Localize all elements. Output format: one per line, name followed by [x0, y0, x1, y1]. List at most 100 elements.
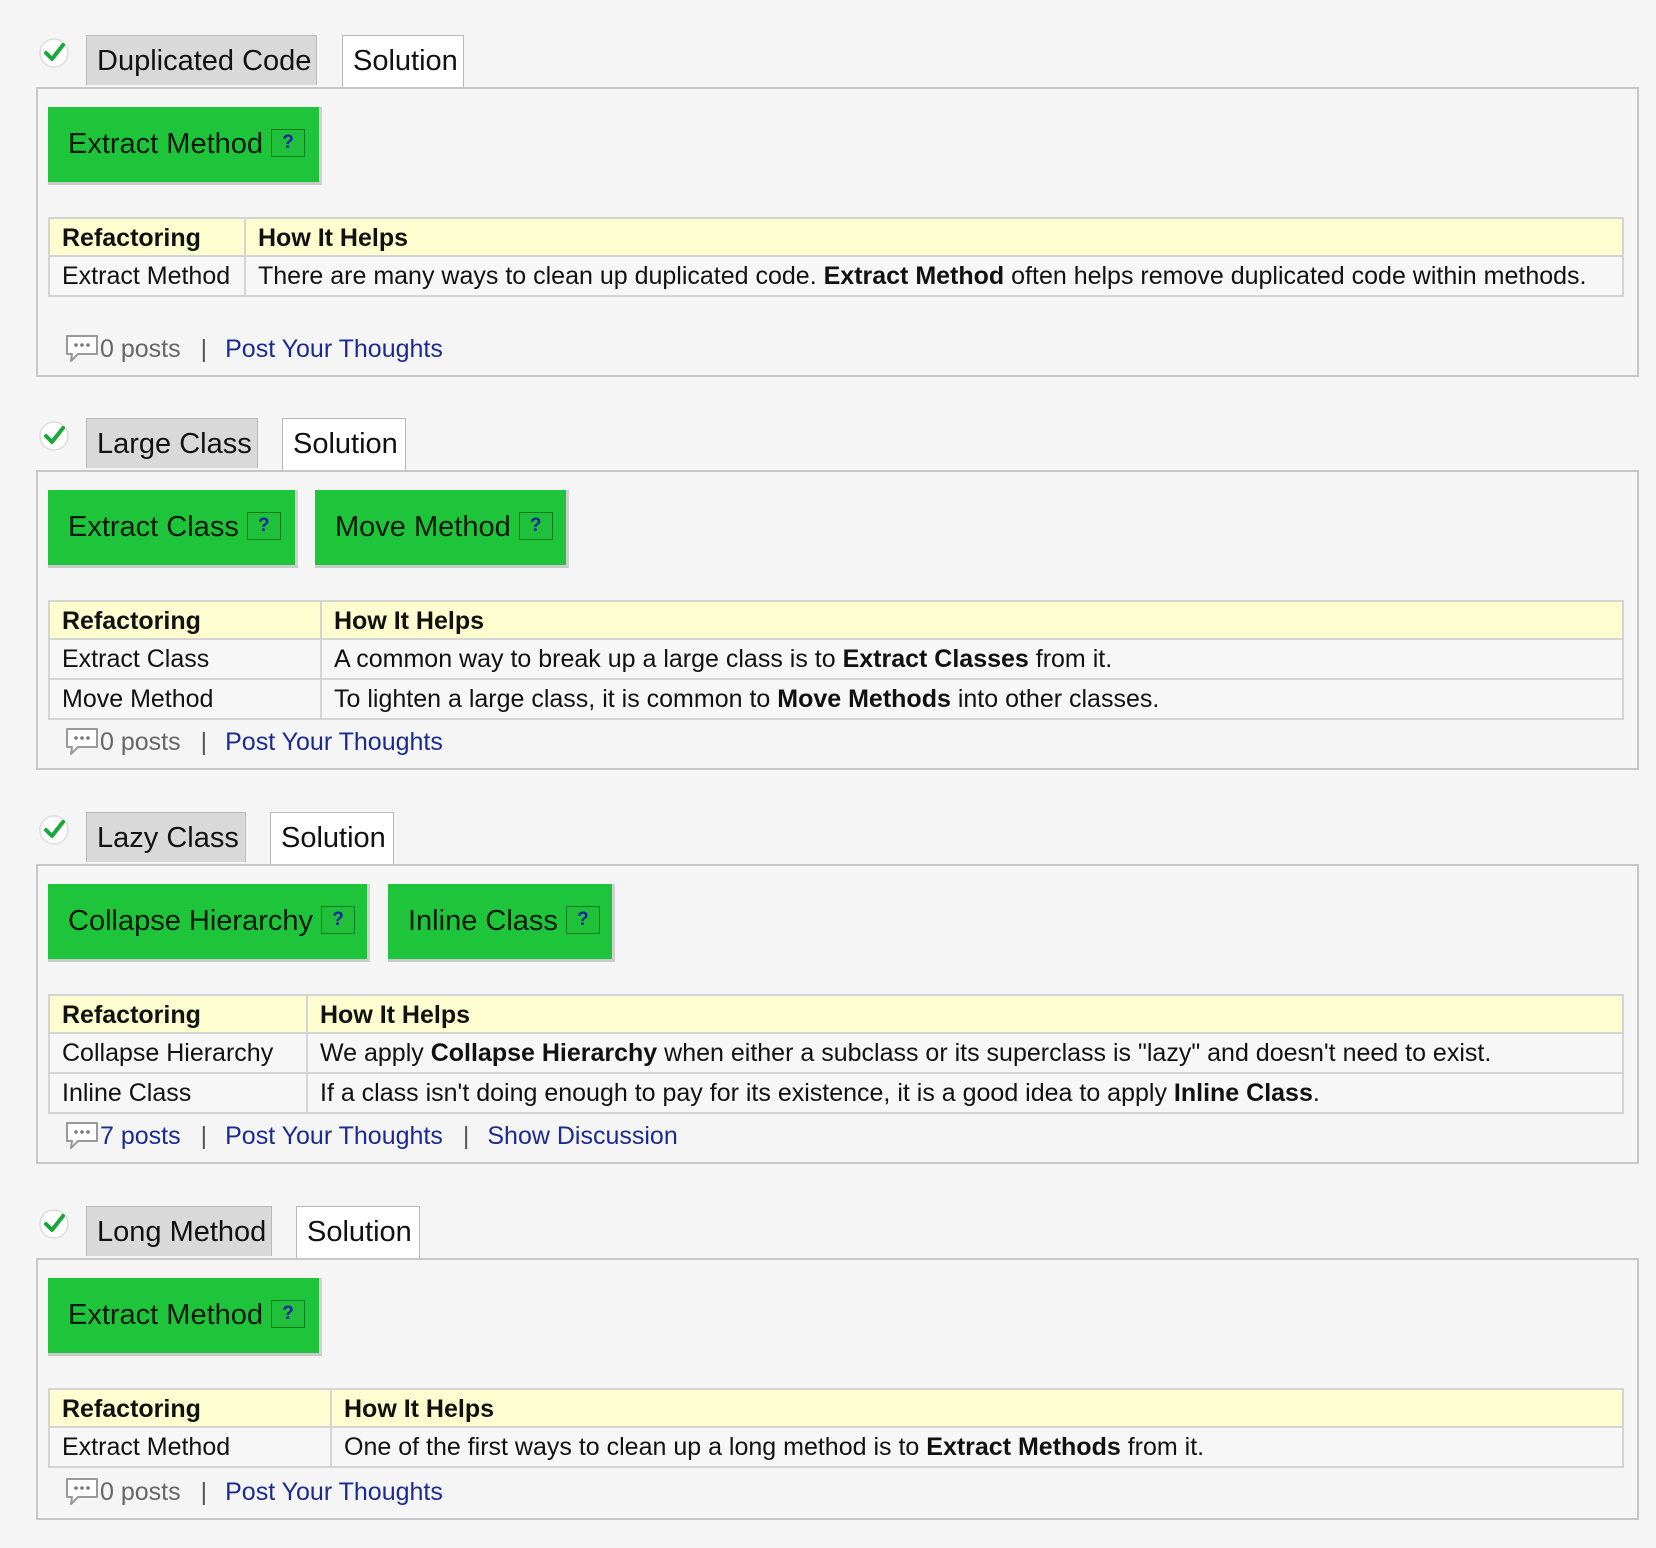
refactoring-name-cell: Extract Method — [48, 1426, 332, 1468]
help-text: into other classes. — [950, 685, 1160, 713]
help-icon[interactable]: ? — [565, 906, 600, 935]
help-text: We apply — [320, 1039, 431, 1067]
help-text: from it. — [1120, 1433, 1205, 1461]
refactoring-emphasis: Move Methods — [777, 685, 951, 713]
checkmark-icon — [39, 421, 69, 451]
refactoring-solutions-page: Duplicated Code Solution Extract Method?… — [0, 0, 1656, 1548]
post-your-thoughts-link[interactable]: Post Your Thoughts — [225, 728, 443, 756]
comment-bubble-icon — [66, 1122, 98, 1150]
how-it-helps-cell: There are many ways to clean up duplicat… — [244, 255, 1624, 297]
table-row: Inline Class If a class isn't doing enou… — [48, 1072, 1624, 1114]
separator: | — [200, 1122, 208, 1150]
refactoring-button[interactable]: Extract Class? — [48, 490, 298, 568]
how-it-helps-cell: If a class isn't doing enough to pay for… — [306, 1072, 1624, 1114]
solution-panel: Extract Method? Refactoring How It Helps… — [36, 87, 1639, 377]
help-icon[interactable]: ? — [271, 1300, 306, 1329]
post-count: 0 posts — [100, 1478, 181, 1506]
table-row: Extract Method One of the first ways to … — [48, 1426, 1624, 1468]
separator: | — [200, 335, 208, 363]
tab-solution[interactable]: Solution — [296, 1206, 420, 1258]
checkmark-icon — [39, 815, 69, 845]
refactoring-button-label: Extract Method — [68, 1299, 264, 1331]
solution-panel: Extract Method? Refactoring How It Helps… — [36, 1258, 1639, 1520]
discussion-footer: 0 posts | Post Your Thoughts — [64, 725, 443, 759]
comment-bubble-icon — [66, 1478, 98, 1506]
refactoring-button-label: Collapse Hierarchy — [68, 905, 313, 937]
refactoring-table: Refactoring How It Helps Collapse Hierar… — [48, 994, 1624, 1114]
refactoring-table: Refactoring How It Helps Extract Method … — [48, 217, 1624, 297]
refactoring-button[interactable]: Extract Method? — [48, 1278, 322, 1356]
discussion-footer: 0 posts | Post Your Thoughts — [64, 1475, 443, 1509]
tab-smell[interactable]: Duplicated Code — [86, 35, 317, 85]
refactoring-emphasis: Inline Class — [1173, 1079, 1313, 1107]
table-header-row: Refactoring How It Helps — [48, 217, 1624, 257]
post-your-thoughts-link[interactable]: Post Your Thoughts — [225, 1122, 443, 1150]
how-it-helps-cell: To lighten a large class, it is common t… — [320, 678, 1624, 720]
column-header-refactoring: Refactoring — [48, 994, 308, 1034]
help-icon[interactable]: ? — [246, 512, 281, 541]
refactoring-name-cell: Move Method — [48, 678, 322, 720]
checkmark-icon — [39, 38, 69, 68]
table-header-row: Refactoring How It Helps — [48, 994, 1624, 1034]
help-icon[interactable]: ? — [321, 906, 355, 935]
table-row: Move Method To lighten a large class, it… — [48, 678, 1624, 720]
refactoring-table: Refactoring How It Helps Extract Method … — [48, 1388, 1624, 1468]
refactoring-emphasis: Extract Methods — [926, 1433, 1121, 1461]
help-text: If a class isn't doing enough to pay for… — [320, 1079, 1174, 1107]
how-it-helps-cell: We apply Collapse Hierarchy when either … — [306, 1032, 1624, 1074]
show-discussion-link[interactable]: Show Discussion — [487, 1122, 677, 1150]
tab-solution[interactable]: Solution — [282, 418, 406, 470]
separator: | — [462, 1122, 470, 1150]
refactoring-button[interactable]: Extract Method? — [48, 107, 322, 185]
how-it-helps-cell: A common way to break up a large class i… — [320, 638, 1624, 680]
checkmark-icon — [39, 1209, 69, 1239]
discussion-footer: 7 posts | Post Your Thoughts | Show Discussi… — [64, 1119, 678, 1153]
refactoring-button-label: Inline Class — [408, 905, 558, 937]
refactoring-emphasis: Extract Method — [823, 262, 1005, 290]
help-text: To lighten a large class, it is common t… — [334, 685, 778, 713]
refactoring-name-cell: Extract Method — [48, 255, 246, 297]
tab-solution[interactable]: Solution — [342, 35, 464, 87]
column-header-how-it-helps: How It Helps — [330, 1388, 1624, 1428]
tab-smell[interactable]: Large Class — [86, 418, 258, 468]
refactoring-name-cell: Inline Class — [48, 1072, 308, 1114]
post-your-thoughts-link[interactable]: Post Your Thoughts — [225, 1478, 443, 1506]
post-count-link[interactable]: 7 posts — [100, 1122, 181, 1150]
tab-smell[interactable]: Lazy Class — [86, 812, 246, 862]
refactoring-button[interactable]: Collapse Hierarchy? — [48, 884, 370, 962]
comment-bubble-icon — [66, 335, 98, 363]
column-header-refactoring: Refactoring — [48, 1388, 332, 1428]
how-it-helps-cell: One of the first ways to clean up a long… — [330, 1426, 1624, 1468]
refactoring-name-cell: Extract Class — [48, 638, 322, 680]
tab-smell[interactable]: Long Method — [86, 1206, 272, 1256]
refactoring-button-label: Extract Method — [68, 128, 264, 160]
refactoring-button[interactable]: Move Method? — [315, 490, 569, 568]
table-header-row: Refactoring How It Helps — [48, 600, 1624, 640]
column-header-refactoring: Refactoring — [48, 600, 322, 640]
table-row: Collapse Hierarchy We apply Collapse Hie… — [48, 1032, 1624, 1074]
column-header-how-it-helps: How It Helps — [320, 600, 1624, 640]
help-text: . — [1312, 1079, 1320, 1107]
tab-solution[interactable]: Solution — [270, 812, 394, 864]
refactoring-table: Refactoring How It Helps Extract Class A… — [48, 600, 1624, 720]
help-text: A common way to break up a large class i… — [334, 645, 843, 673]
refactoring-button[interactable]: Inline Class? — [388, 884, 615, 962]
table-header-row: Refactoring How It Helps — [48, 1388, 1624, 1428]
separator: | — [200, 1478, 208, 1506]
table-row: Extract Class A common way to break up a… — [48, 638, 1624, 680]
help-text: There are many ways to clean up duplicat… — [258, 262, 824, 290]
refactoring-emphasis: Collapse Hierarchy — [430, 1039, 658, 1067]
table-row: Extract Method There are many ways to cl… — [48, 255, 1624, 297]
help-icon[interactable]: ? — [518, 512, 553, 541]
help-icon[interactable]: ? — [271, 129, 306, 158]
separator: | — [200, 728, 208, 756]
post-count: 0 posts — [100, 728, 181, 756]
refactoring-emphasis: Extract Classes — [842, 645, 1029, 673]
column-header-how-it-helps: How It Helps — [244, 217, 1624, 257]
refactoring-button-label: Move Method — [335, 511, 511, 543]
post-your-thoughts-link[interactable]: Post Your Thoughts — [225, 335, 443, 363]
column-header-refactoring: Refactoring — [48, 217, 246, 257]
solution-panel: Collapse Hierarchy? Inline Class? Refact… — [36, 864, 1639, 1164]
refactoring-button-label: Extract Class — [68, 511, 239, 543]
comment-bubble-icon — [66, 728, 98, 756]
